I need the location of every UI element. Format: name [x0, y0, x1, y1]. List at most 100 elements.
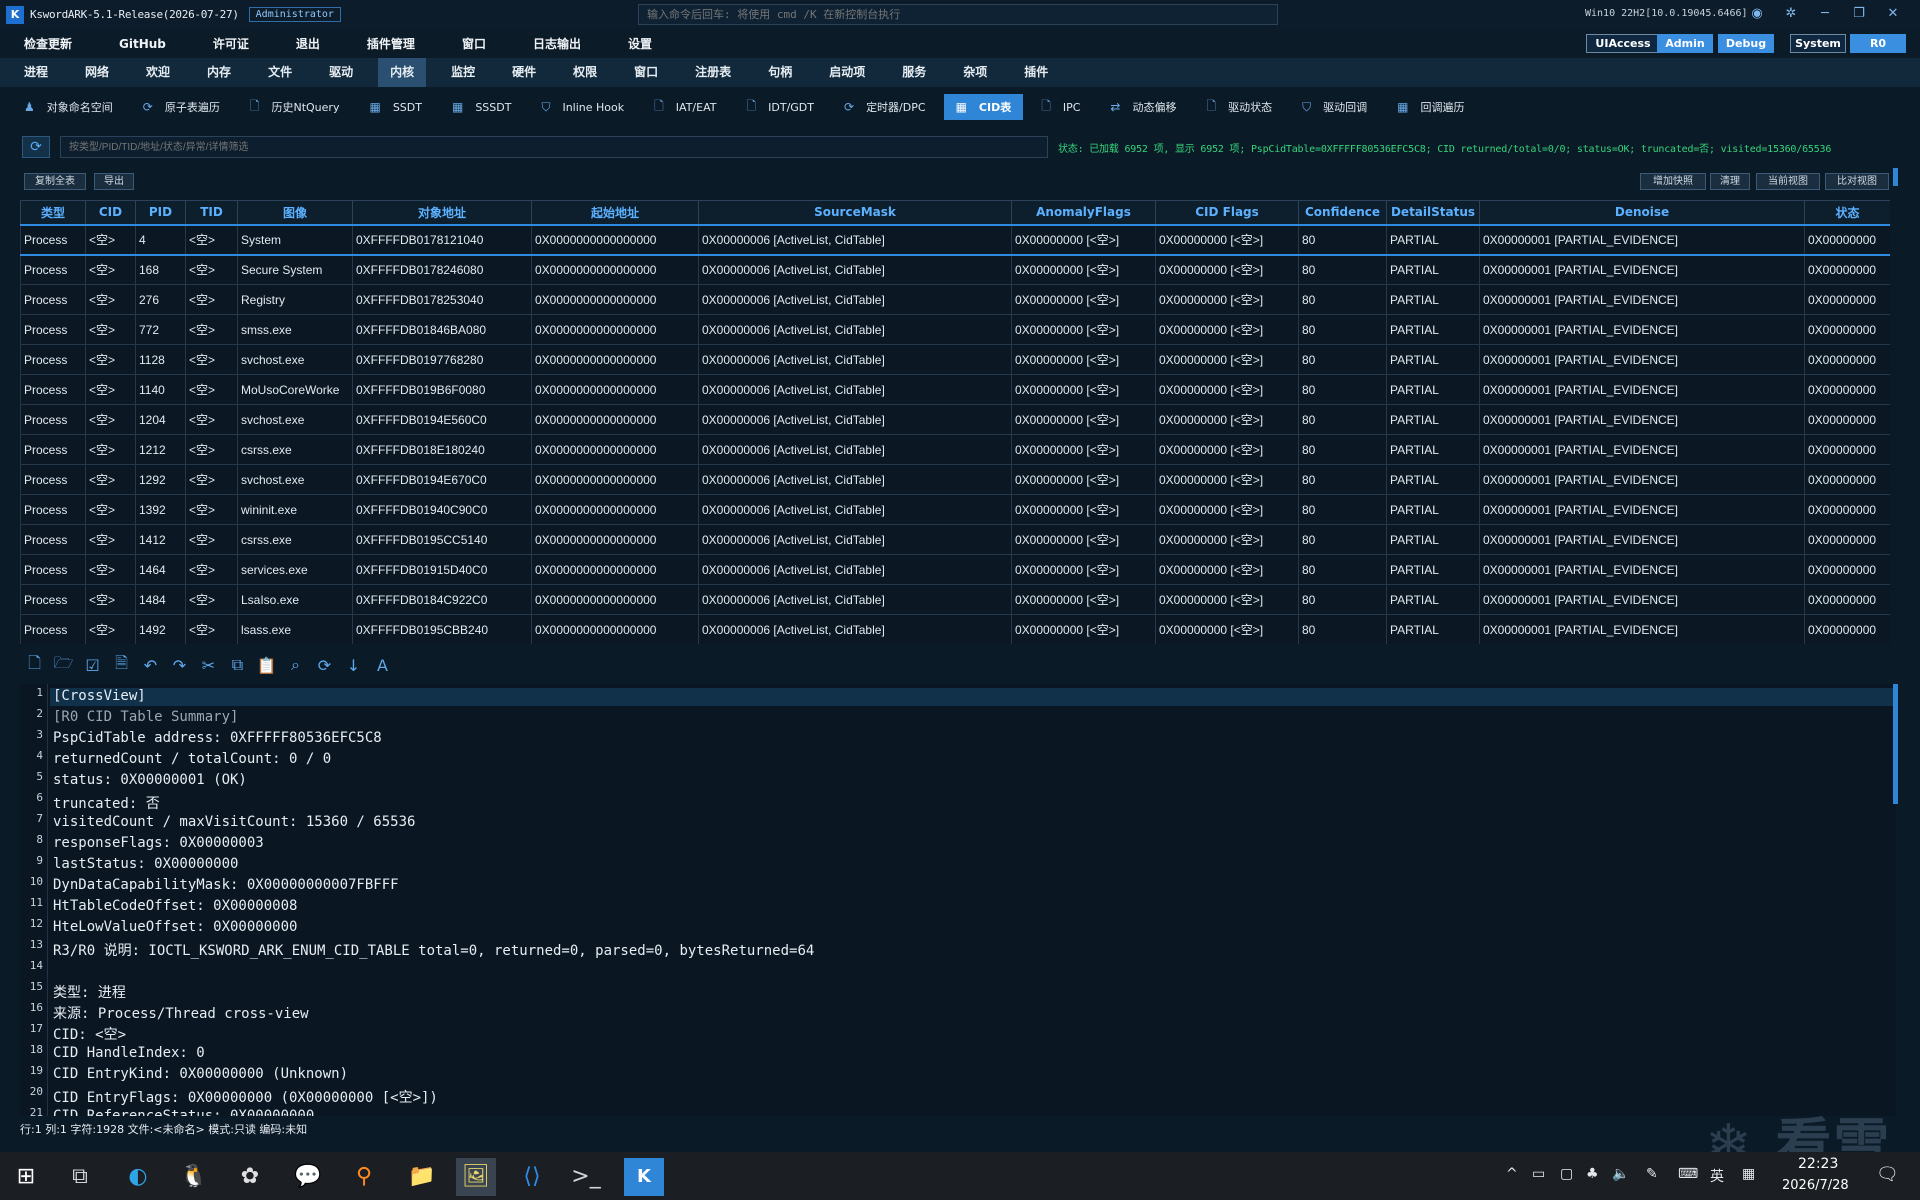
search-app-icon[interactable]: ⚲ — [344, 1158, 384, 1196]
sub-tab[interactable]: 🗋 历史NtQuery — [238, 94, 352, 120]
table-row[interactable]: Process <空> 1128 <空> svchost.exe 0XFFFFDB0197… — [20, 344, 1890, 375]
table-row[interactable]: Process <空> 1464 <空> services.exe 0XFFFFDB019… — [20, 554, 1890, 585]
tray-chevron-icon[interactable]: ^ — [1506, 1166, 1518, 1182]
explorer-icon[interactable]: 📁 — [402, 1158, 442, 1196]
menu-item[interactable]: 检查更新 — [12, 35, 84, 52]
main-tab[interactable]: 服务 — [890, 58, 938, 87]
compare-view-button[interactable]: 比对视图 — [1825, 173, 1889, 190]
column-header[interactable]: SourceMask — [698, 200, 1012, 225]
sub-tab[interactable]: ▦ SSDT — [357, 94, 434, 120]
main-tab[interactable]: 启动项 — [817, 58, 877, 87]
table-row[interactable]: Process <空> 1392 <空> wininit.exe 0XFFFFDB0194… — [20, 494, 1890, 525]
mode-button-admin[interactable]: Admin — [1657, 34, 1713, 53]
edge-icon[interactable]: ◐ — [118, 1158, 158, 1196]
qq-icon[interactable]: 🐧 — [174, 1158, 214, 1196]
mode-button-system[interactable]: System — [1790, 34, 1846, 53]
goto-down-icon[interactable]: ↓ — [339, 656, 368, 675]
main-tab[interactable]: 内存 — [195, 58, 243, 87]
main-tab[interactable]: 欢迎 — [134, 58, 182, 87]
add-snapshot-button[interactable]: 增加快照 — [1640, 173, 1706, 190]
menu-item[interactable]: 退出 — [284, 35, 332, 52]
mode-button-debug[interactable]: Debug — [1718, 34, 1774, 53]
copy-all-button[interactable]: 复制全表 — [24, 173, 86, 190]
sub-tab[interactable]: ▦ CID表 — [943, 94, 1024, 120]
redo-icon[interactable]: ↷ — [165, 656, 194, 675]
main-tab[interactable]: 驱动 — [317, 58, 365, 87]
main-tab[interactable]: 插件 — [1012, 58, 1060, 87]
column-header[interactable]: 图像 — [237, 200, 353, 225]
mode-button-uiaccess[interactable]: UIAccess — [1586, 34, 1660, 53]
table-row[interactable]: Process <空> 276 <空> Registry 0XFFFFDB01782530… — [20, 284, 1890, 315]
main-tab[interactable]: 硬件 — [500, 58, 548, 87]
battery-icon[interactable]: ▭ — [1532, 1166, 1545, 1182]
sub-tab[interactable]: ▦ 回调遍历 — [1385, 94, 1476, 120]
chatgpt-icon[interactable]: ✿ — [230, 1158, 270, 1196]
sub-tab[interactable]: ⇄ 动态偏移 — [1098, 94, 1188, 120]
main-tab[interactable]: 内核 — [378, 58, 427, 87]
display-icon[interactable]: ▢ — [1560, 1166, 1573, 1182]
column-header[interactable]: 起始地址 — [531, 200, 699, 225]
clear-button[interactable]: 清理 — [1710, 173, 1750, 190]
image-viewer-icon[interactable]: 🖼 — [456, 1158, 496, 1196]
column-header[interactable]: CID Flags — [1155, 200, 1299, 225]
main-tab[interactable]: 网络 — [73, 58, 121, 87]
main-tab[interactable]: 权限 — [561, 58, 609, 87]
font-icon[interactable]: A — [368, 656, 397, 675]
column-header[interactable]: 对象地址 — [352, 200, 532, 225]
menu-item[interactable]: GitHub — [107, 37, 178, 51]
menu-item[interactable]: 设置 — [616, 35, 664, 52]
volume-icon[interactable]: 🔈 — [1612, 1166, 1629, 1182]
column-header[interactable]: Confidence — [1298, 200, 1387, 225]
ime-grid-icon[interactable]: ▦ — [1742, 1166, 1755, 1182]
sub-tab[interactable]: ⛉ Inline Hook — [529, 94, 636, 120]
sub-tab[interactable]: ⟳ 定时器/DPC — [832, 94, 938, 120]
vscode-icon[interactable]: ⟨⟩ — [512, 1158, 552, 1196]
pin-icon[interactable]: ✲ — [1780, 4, 1802, 24]
terminal-icon[interactable]: >_ — [566, 1158, 606, 1196]
table-row[interactable]: Process <空> 168 <空> Secure System 0XFFFFDB017… — [20, 254, 1890, 285]
close-icon[interactable]: ✕ — [1882, 4, 1904, 24]
current-view-button[interactable]: 当前视图 — [1756, 173, 1820, 190]
restore-icon[interactable]: ❐ — [1848, 4, 1870, 24]
minimize-icon[interactable]: ─ — [1814, 4, 1836, 24]
column-header[interactable]: PID — [135, 200, 186, 225]
clock-date[interactable]: 2026/7/28 — [1782, 1178, 1849, 1193]
table-row[interactable]: Process <空> 4 <空> System 0XFFFFDB0178121040 0X… — [20, 223, 1890, 256]
main-tab[interactable]: 窗口 — [622, 58, 670, 87]
sub-tab[interactable]: ▦ SSSDT — [440, 94, 523, 120]
column-header[interactable]: DetailStatus — [1386, 200, 1480, 225]
main-tab[interactable]: 注册表 — [683, 58, 743, 87]
start-icon[interactable]: ⊞ — [6, 1158, 46, 1196]
app-tray-icon[interactable]: ♣ — [1586, 1166, 1599, 1182]
column-header[interactable]: Denoise — [1479, 200, 1805, 225]
paste-icon[interactable]: 📋 — [252, 656, 281, 675]
table-row[interactable]: Process <空> 1140 <空> MoUsoCoreWorke 0XFFFFDB0… — [20, 374, 1890, 405]
main-tab[interactable]: 句柄 — [756, 58, 804, 87]
refresh-button[interactable]: ⟳ — [22, 136, 50, 158]
eye-icon[interactable]: ◉ — [1746, 4, 1768, 24]
column-header[interactable]: 类型 — [20, 200, 86, 225]
undo-icon[interactable]: ↶ — [136, 656, 165, 675]
menu-item[interactable]: 日志输出 — [521, 35, 593, 52]
table-row[interactable]: Process <空> 1204 <空> svchost.exe 0XFFFFDB0194… — [20, 404, 1890, 435]
column-header[interactable]: 状态 — [1804, 200, 1890, 225]
wechat-icon[interactable]: 💬 — [288, 1158, 328, 1196]
save-check-icon[interactable]: ☑ — [78, 656, 107, 675]
table-scrollbar[interactable] — [1893, 168, 1898, 186]
table-row[interactable]: Process <空> 1492 <空> lsass.exe 0XFFFFDB0195CB… — [20, 614, 1890, 644]
new-file-icon[interactable]: 🗋 — [20, 652, 49, 679]
column-header[interactable]: TID — [185, 200, 238, 225]
main-tab[interactable]: 杂项 — [951, 58, 999, 87]
notification-icon[interactable]: 🗨 — [1876, 1164, 1899, 1185]
clock-time[interactable]: 22:23 — [1798, 1156, 1838, 1172]
cut-icon[interactable]: ✂ — [194, 656, 223, 675]
save-as-icon[interactable]: 🗎 — [107, 652, 136, 679]
sub-tab[interactable]: 🗋 IPC — [1029, 94, 1092, 120]
table-row[interactable]: Process <空> 772 <空> smss.exe 0XFFFFDB01846BA0… — [20, 314, 1890, 345]
ime-label[interactable]: 英 — [1710, 1166, 1724, 1186]
editor-scrollbar[interactable] — [1893, 684, 1898, 804]
export-button[interactable]: 导出 — [94, 173, 134, 190]
task-view-icon[interactable]: ⧉ — [60, 1158, 100, 1196]
column-header[interactable]: AnomalyFlags — [1011, 200, 1156, 225]
filter-input[interactable] — [60, 136, 1048, 158]
